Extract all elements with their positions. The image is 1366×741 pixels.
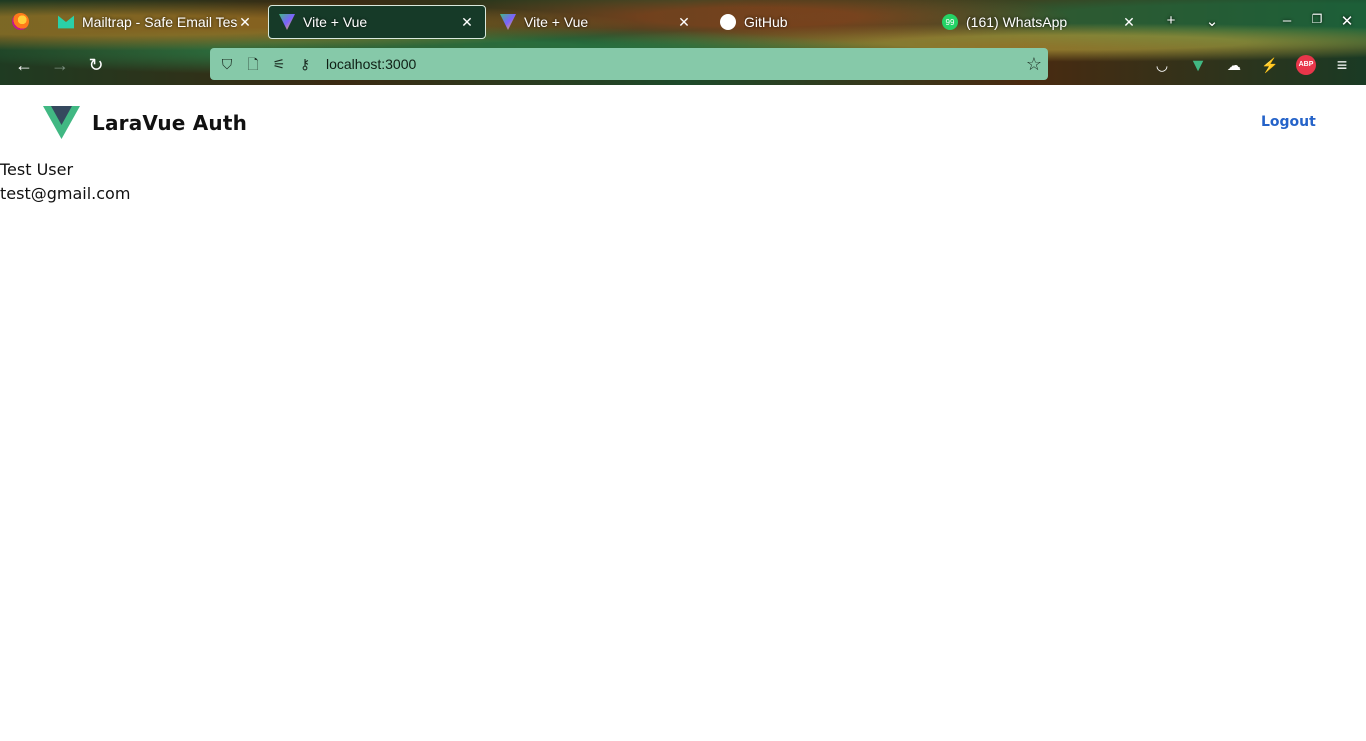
- adblock-plus-icon[interactable]: ABP: [1296, 55, 1316, 75]
- pocket-icon[interactable]: ◡: [1152, 55, 1172, 75]
- tab-vite-vue-active[interactable]: Vite + Vue ✕: [268, 5, 486, 39]
- tab-whatsapp[interactable]: 99 (161) WhatsApp ✕: [932, 5, 1147, 39]
- tab-title: (161) WhatsApp: [966, 14, 1068, 30]
- key-icon[interactable]: ⚷: [296, 55, 314, 73]
- page-icon[interactable]: 🗋: [244, 55, 262, 73]
- mailtrap-icon: [58, 15, 74, 29]
- tab-title: GitHub: [744, 14, 788, 30]
- tab-mailtrap[interactable]: Mailtrap - Safe Email Tes ✕: [48, 5, 263, 39]
- extension-bolt-icon[interactable]: ⚡: [1260, 55, 1280, 75]
- firefox-menu-icon[interactable]: [12, 13, 29, 30]
- nav-bar: ← → ↻ ⛉ 🗋 ⚟ ⚷ localhost:3000 ☆ ◡ ▼ ☁ ⚡ A…: [0, 44, 1366, 85]
- whatsapp-badge: 99: [945, 17, 955, 27]
- list-tabs-chevron-icon[interactable]: ⌄: [1202, 12, 1222, 30]
- browser-chrome: Mailtrap - Safe Email Tes ✕ Vite + Vue ✕…: [0, 0, 1366, 85]
- close-tab-icon[interactable]: ✕: [237, 14, 253, 31]
- vue-devtools-icon[interactable]: ▼: [1188, 55, 1208, 75]
- vite-icon: [500, 14, 516, 30]
- back-icon[interactable]: ←: [13, 54, 35, 76]
- forward-icon[interactable]: →: [49, 54, 71, 76]
- tab-title: Mailtrap - Safe Email Tes: [82, 14, 237, 30]
- extension-cloud-icon[interactable]: ☁: [1224, 55, 1244, 75]
- github-icon: [720, 14, 736, 30]
- permissions-icon[interactable]: ⚟: [270, 55, 288, 73]
- reload-icon[interactable]: ↻: [85, 54, 107, 76]
- url-text[interactable]: localhost:3000: [326, 56, 416, 72]
- restore-icon[interactable]: ❐: [1307, 12, 1327, 26]
- user-email: test@gmail.com: [0, 184, 131, 203]
- close-tab-icon[interactable]: ✕: [459, 14, 475, 31]
- address-bar[interactable]: ⛉ 🗋 ⚟ ⚷ localhost:3000 ☆: [210, 48, 1048, 80]
- hamburger-menu-icon[interactable]: ≡: [1332, 55, 1352, 75]
- tab-vite-vue[interactable]: Vite + Vue ✕: [490, 5, 702, 39]
- new-tab-icon[interactable]: +: [1161, 12, 1181, 29]
- app-header: LaraVue Auth Logout: [0, 85, 1366, 160]
- shield-icon[interactable]: ⛉: [218, 55, 236, 73]
- close-window-icon[interactable]: ✕: [1337, 12, 1357, 30]
- vite-icon: [279, 14, 295, 30]
- close-tab-icon[interactable]: ✕: [676, 14, 692, 31]
- user-name: Test User: [0, 160, 74, 179]
- close-tab-icon[interactable]: ✕: [1121, 14, 1137, 31]
- vue-logo-icon[interactable]: [43, 106, 80, 139]
- bookmark-star-icon[interactable]: ☆: [1026, 54, 1042, 75]
- whatsapp-icon: 99: [942, 14, 958, 30]
- tab-title: Vite + Vue: [303, 14, 368, 30]
- tab-bar: Mailtrap - Safe Email Tes ✕ Vite + Vue ✕…: [0, 0, 1366, 44]
- tab-github[interactable]: GitHub: [710, 5, 925, 39]
- brand-title[interactable]: LaraVue Auth: [92, 111, 247, 135]
- tab-title: Vite + Vue: [524, 14, 589, 30]
- logout-link[interactable]: Logout: [1261, 114, 1316, 130]
- minimize-icon[interactable]: –: [1277, 12, 1297, 29]
